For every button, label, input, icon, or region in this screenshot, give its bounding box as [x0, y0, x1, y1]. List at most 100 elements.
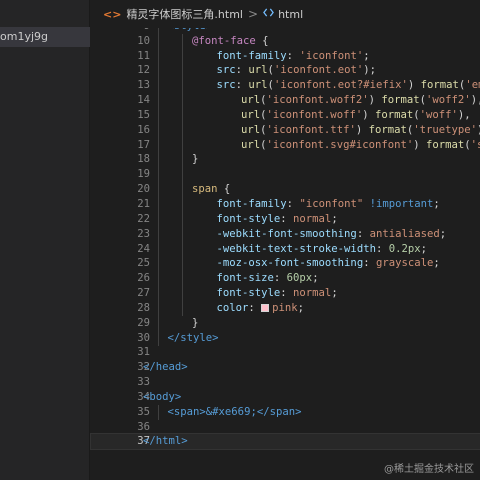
- sidebar-item-folder[interactable]: om1yj9g: [0, 27, 90, 47]
- tag-icon: [263, 7, 274, 21]
- code-line[interactable]: 19: [91, 167, 480, 182]
- code-token: </: [256, 405, 270, 418]
- code-token: 60px: [286, 272, 313, 285]
- code-text: font-style: normal;: [217, 212, 338, 227]
- breadcrumb-tag[interactable]: html: [278, 8, 303, 21]
- line-number: 20: [137, 183, 150, 196]
- code-line[interactable]: 13 src: url('iconfont.eot?#iefix') format…: [91, 78, 480, 93]
- code-line[interactable]: 32 </head>: [91, 360, 480, 375]
- code-token: style: [180, 331, 213, 344]
- line-number: 31: [137, 346, 150, 359]
- code-line[interactable]: 24 -webkit-text-stroke-width: 0.2px;: [91, 242, 480, 257]
- code-text: url('iconfont.svg#iconfont') format('svg: [241, 138, 480, 153]
- code-token: :: [356, 227, 370, 240]
- code-text: }: [192, 316, 198, 331]
- code-token: ): [413, 138, 426, 151]
- code-token: span: [269, 405, 296, 418]
- code-line[interactable]: 34 <body>: [91, 390, 480, 405]
- line-number: 29: [137, 316, 150, 329]
- line-number: 22: [137, 212, 150, 225]
- code-line[interactable]: 23 -webkit-font-smoothing: antialiased;: [91, 227, 480, 242]
- code-token: -moz-osx-font-smoothing: [216, 257, 364, 270]
- code-line[interactable]: 21 font-family: "iconfont" !important;: [91, 197, 480, 212]
- code-token: ): [368, 94, 382, 107]
- code-token: pink: [272, 301, 298, 314]
- code-token: format: [381, 94, 420, 107]
- code-token: "iconfont": [299, 197, 364, 210]
- code-line[interactable]: 11 font-family: 'iconfont';: [91, 49, 480, 64]
- code-line[interactable]: 12 src: url('iconfont.eot');: [91, 63, 480, 78]
- line-number: 16: [137, 123, 150, 136]
- code-token: </: [143, 361, 156, 374]
- code-text: </head>: [143, 360, 188, 375]
- code-line[interactable]: 35 <span>&#xe669;</span>: [91, 405, 480, 420]
- code-line[interactable]: 20 span {: [91, 182, 480, 197]
- code-text: font-family: 'iconfont';: [217, 49, 370, 64]
- code-line[interactable]: 30 </style>: [91, 331, 480, 346]
- code-token: ;: [439, 227, 447, 240]
- code-line[interactable]: 25 -moz-osx-font-smoothing: grayscale;: [91, 256, 480, 271]
- code-token: ): [362, 108, 375, 121]
- code-token: );: [363, 64, 376, 77]
- code-line[interactable]: 18}: [91, 152, 480, 167]
- code-line[interactable]: 16 url('iconfont.ttf') format('truetype')…: [91, 123, 480, 138]
- code-line[interactable]: 29}: [91, 316, 480, 331]
- line-number: 13: [137, 79, 150, 92]
- code-token: :: [375, 242, 389, 255]
- code-token: url: [241, 108, 261, 121]
- code-line[interactable]: 27 font-style: normal;: [91, 286, 480, 301]
- code-token: normal: [293, 212, 332, 225]
- code-line[interactable]: 28 color: pink;: [91, 301, 480, 316]
- code-token: html: [155, 435, 182, 448]
- code-line[interactable]: 31: [91, 345, 480, 360]
- code-token: :: [235, 64, 249, 77]
- line-number: 28: [137, 301, 150, 314]
- line-number: 19: [137, 168, 150, 181]
- code-token: :: [273, 272, 287, 285]
- code-line[interactable]: 26 font-size: 60px;: [91, 271, 480, 286]
- code-token: ;: [433, 197, 440, 210]
- code-token: </: [167, 331, 181, 344]
- code-line[interactable]: 22 font-style: normal;: [91, 212, 480, 227]
- code-token: :: [286, 49, 300, 62]
- code-text: -webkit-font-smoothing: antialiased;: [217, 227, 447, 242]
- code-token: >: [212, 331, 219, 344]
- code-line[interactable]: 36: [91, 420, 480, 435]
- code-line[interactable]: 14 url('iconfont.woff2') format('woff2'),: [91, 93, 480, 108]
- code-token: :: [280, 212, 294, 225]
- code-token: ),: [457, 108, 471, 121]
- line-number: 27: [137, 287, 150, 300]
- code-line[interactable]: 15 url('iconfont.woff') format('woff'),: [91, 108, 480, 123]
- code-line[interactable]: 17 url('iconfont.svg#iconfont') format('s…: [91, 138, 480, 153]
- code-token: url: [248, 79, 268, 92]
- code-text: <span>&#xe669;</span>: [168, 405, 302, 420]
- code-token: ;: [331, 212, 338, 225]
- code-token: :: [286, 197, 300, 210]
- code-editor[interactable]: <> 精灵字体图标三角.html > html 8<title>精灵图字体图标三…: [90, 0, 480, 480]
- code-token: font-style: [216, 287, 281, 300]
- code-token: >: [295, 405, 302, 418]
- code-token: -webkit-text-stroke-width: [216, 242, 376, 255]
- code-line[interactable]: 10 @font-face {: [91, 34, 480, 49]
- code-text: url('iconfont.woff') format('woff'),: [241, 108, 471, 123]
- code-token: 'iconfont.eot?#iefix': [273, 79, 408, 92]
- code-token: }: [192, 153, 199, 166]
- code-token: !important: [369, 197, 434, 210]
- code-token: 'woff': [419, 108, 458, 121]
- code-token: ;: [331, 287, 338, 300]
- code-text: @font-face {: [192, 34, 269, 49]
- code-text: -moz-osx-font-smoothing: grayscale;: [217, 256, 440, 271]
- code-token: format: [374, 108, 414, 121]
- breadcrumb-file[interactable]: 精灵字体图标三角.html: [126, 6, 243, 22]
- line-number: 11: [137, 49, 150, 62]
- code-lines[interactable]: 8<title>精灵图字体图标三角练习</title>9<style>10@fo…: [90, 4, 480, 451]
- code-token: {: [255, 34, 269, 47]
- code-text: </html>: [143, 434, 188, 449]
- code-line[interactable]: 33: [91, 375, 480, 390]
- color-swatch[interactable]: [261, 303, 270, 312]
- code-token: </: [143, 435, 156, 448]
- code-token: ;: [433, 257, 440, 270]
- indent-guide: [182, 33, 184, 316]
- line-number: 21: [137, 197, 150, 210]
- code-line[interactable]: 37 </html>: [90, 433, 480, 451]
